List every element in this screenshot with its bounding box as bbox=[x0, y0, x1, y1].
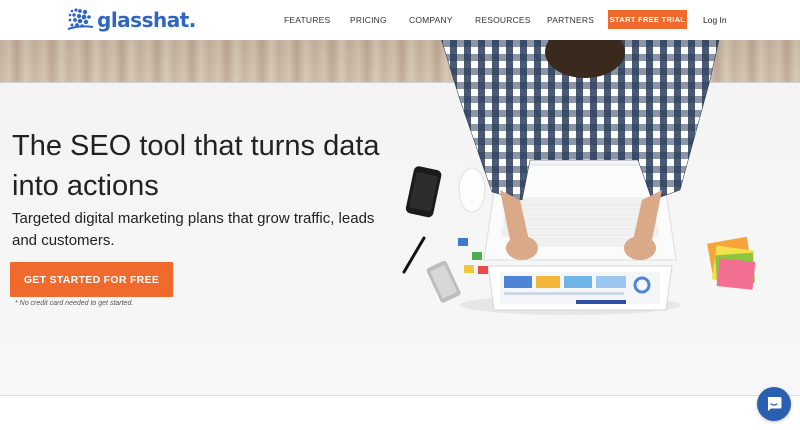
nav-resources[interactable]: RESOURCES bbox=[475, 15, 531, 25]
top-navigation: glasshat. FEATURES PRICING COMPANY RESOU… bbox=[0, 0, 800, 40]
page: glasshat. FEATURES PRICING COMPANY RESOU… bbox=[0, 0, 800, 430]
start-free-trial-button[interactable]: START FREE TRIAL bbox=[608, 10, 687, 29]
section-divider bbox=[0, 395, 800, 396]
brand-logo[interactable]: glasshat. bbox=[66, 6, 196, 34]
no-credit-card-note: * No credit card needed to get started. bbox=[15, 300, 134, 307]
hero-title: The SEO tool that turns data into action… bbox=[12, 130, 380, 202]
get-started-button[interactable]: GET STARTED FOR FREE bbox=[10, 262, 173, 297]
hero-subtitle: Targeted digital marketing plans that gr… bbox=[12, 210, 375, 249]
nav-company[interactable]: COMPANY bbox=[409, 15, 453, 25]
nav-pricing[interactable]: PRICING bbox=[350, 15, 387, 25]
nav-features[interactable]: FEATURES bbox=[284, 15, 330, 25]
stapler bbox=[426, 260, 461, 303]
sticky-notes bbox=[707, 236, 756, 290]
binder-clips bbox=[458, 238, 488, 274]
login-link[interactable]: Log In bbox=[703, 15, 727, 25]
hero-photo bbox=[402, 40, 756, 315]
glasshat-dots-logo-icon bbox=[67, 8, 94, 30]
mouse bbox=[458, 167, 486, 213]
chat-widget-button[interactable] bbox=[757, 387, 791, 421]
chat-bubble-icon bbox=[767, 397, 782, 411]
nav-partners[interactable]: PARTNERS bbox=[547, 15, 594, 25]
pen bbox=[402, 236, 426, 274]
hero-section: The SEO tool that turns data into action… bbox=[0, 40, 800, 395]
brand-name: glasshat. bbox=[97, 8, 196, 32]
